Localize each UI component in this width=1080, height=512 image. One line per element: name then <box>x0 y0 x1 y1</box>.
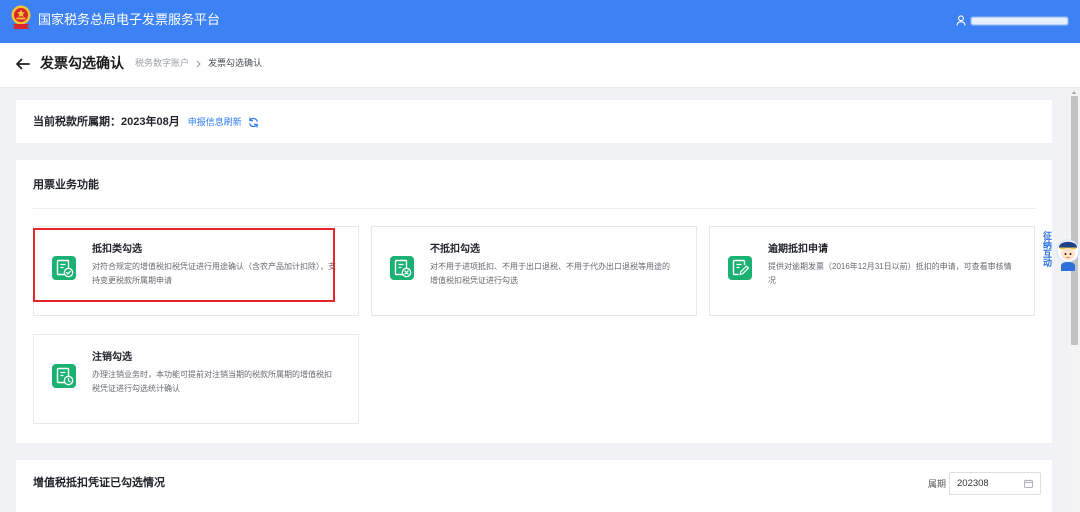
scrollbar-thumb[interactable] <box>1071 96 1078 345</box>
vertical-scrollbar[interactable] <box>1069 88 1080 512</box>
page-title: 发票勾选确认 <box>40 55 124 71</box>
breadcrumb: 税务数字账户 发票勾选确认 <box>135 57 262 70</box>
tax-period-row: 当前税款所属期： 2023年08月 申报信息刷新 <box>33 114 259 130</box>
calendar-icon[interactable] <box>1024 479 1033 488</box>
functions-title: 用票业务功能 <box>33 179 99 191</box>
function-description: 对符合规定的增值税扣税凭证进行用途确认（含农产品加计扣除），支持变更税款所属期申… <box>92 262 336 285</box>
function-title: 逾期抵扣申请 <box>768 244 828 255</box>
top-nav-bar: 国家税务总局电子发票服务平台 <box>0 0 1080 43</box>
floating-widget-label: 征纳互动 <box>1042 231 1052 267</box>
period-filter-label: 属期 <box>928 478 947 489</box>
user-icon <box>956 15 966 26</box>
refresh-icon[interactable] <box>248 116 259 128</box>
tax-period-label: 当前税款所属期： <box>33 116 121 128</box>
user-name-redacted <box>971 17 1068 25</box>
chevron-right-icon <box>196 60 201 67</box>
scroll-up-arrow-icon[interactable] <box>1072 91 1076 94</box>
tax-period-card: 当前税款所属期： 2023年08月 申报信息刷新 <box>16 100 1052 143</box>
function-description: 对不用于进项抵扣、不用于出口退税、不用于代办出口退税等用途的增值税扣税凭证进行勾… <box>430 262 670 285</box>
non-deduction-icon <box>390 256 414 280</box>
selected-summary-card: 增值税抵扣凭证已勾选情况 属期 <box>16 460 1052 512</box>
assistant-avatar-icon <box>1056 239 1080 271</box>
function-description: 办理注销业务时，本功能可提前对注销当期的税款所属期的增值税扣税凭证进行勾选统计确… <box>92 370 332 393</box>
selected-summary-title: 增值税抵扣凭证已勾选情况 <box>33 477 165 489</box>
refresh-declaration-link[interactable]: 申报信息刷新 <box>188 114 242 130</box>
function-title: 注销勾选 <box>92 352 132 363</box>
function-card-deregistration-select[interactable]: 注销勾选 办理注销业务时，本功能可提前对注销当期的税款所属期的增值税扣税凭证进行… <box>33 334 359 424</box>
user-menu[interactable] <box>956 14 1070 28</box>
back-arrow-icon[interactable] <box>15 58 30 70</box>
function-title: 不抵扣勾选 <box>430 244 480 255</box>
breadcrumb-item-current: 发票勾选确认 <box>208 58 263 68</box>
function-title: 抵扣类勾选 <box>92 244 142 255</box>
period-filter: 属期 <box>928 472 1042 495</box>
functions-card: 用票业务功能 抵扣类勾选 对符合规定的增值税扣税凭证进行用途确认（含农产品加计扣… <box>16 160 1052 443</box>
breadcrumb-item-tax-account[interactable]: 税务数字账户 <box>135 57 189 70</box>
app-title: 国家税务总局电子发票服务平台 <box>38 12 221 27</box>
function-description: 提供对逾期发票（2016年12月31日以前）抵扣的申请，可查看审核情况 <box>768 262 1012 285</box>
function-card-non-deduction-select[interactable]: 不抵扣勾选 对不用于进项抵扣、不用于出口退税、不用于代办出口退税等用途的增值税扣… <box>371 226 697 316</box>
deregistration-icon <box>52 364 76 388</box>
divider <box>33 208 1036 209</box>
function-card-overdue-deduction-apply[interactable]: 逾期抵扣申请 提供对逾期发票（2016年12月31日以前）抵扣的申请，可查看审核… <box>709 226 1035 316</box>
tax-period-value: 2023年08月 <box>121 116 180 128</box>
function-card-deduction-select[interactable]: 抵扣类勾选 对符合规定的增值税扣税凭证进行用途确认（含农产品加计扣除），支持变更… <box>33 226 359 316</box>
floating-assistant-widget[interactable]: 征纳互动 <box>1040 228 1080 278</box>
tax-emblem-icon <box>11 5 31 29</box>
overdue-apply-icon <box>728 256 752 280</box>
period-date-picker[interactable] <box>949 472 1042 495</box>
page-header: 发票勾选确认 税务数字账户 发票勾选确认 <box>0 43 1080 88</box>
deduction-check-icon <box>52 256 76 280</box>
